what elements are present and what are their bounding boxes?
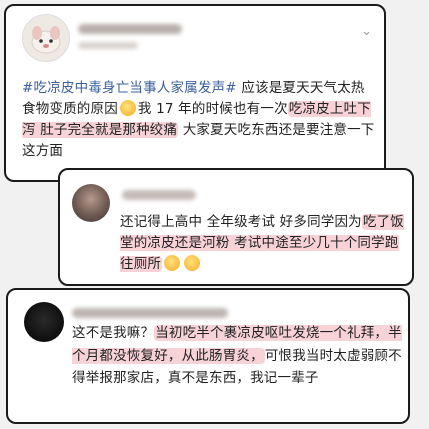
comment-text: 这不是我嘛？ bbox=[72, 325, 155, 341]
dog-avatar-icon bbox=[31, 26, 61, 54]
avatar[interactable] bbox=[22, 14, 70, 62]
comment-text: 还记得上高中 全年级考试 好多同学因为 bbox=[120, 214, 362, 230]
post-text: 我 17 年的时候也有一次 bbox=[137, 101, 288, 117]
chevron-down-icon[interactable]: ⌄ bbox=[361, 24, 372, 39]
username-blurred bbox=[72, 308, 228, 318]
post-body: #吃凉皮中毒身亡当事人家属发声# 应该是夏天天气太热食物变质的原因我 17 年的… bbox=[22, 78, 378, 162]
avatar[interactable] bbox=[24, 302, 64, 342]
face-emoji-icon bbox=[119, 100, 136, 116]
hashtag-link[interactable]: #吃凉皮中毒身亡当事人家属发声# bbox=[22, 80, 237, 96]
username-blurred bbox=[78, 24, 182, 34]
comment-body: 这不是我嘛？当初吃半个裹凉皮呕吐发烧一个礼拜，半个月都没恢复好，从此肠胃炎，可恨… bbox=[72, 322, 402, 390]
timestamp-blurred bbox=[78, 42, 138, 49]
comment-card[interactable]: 还记得上高中 全年级考试 好多同学因为吃了饭堂的凉皮还是河粉 考试中途至少几十个… bbox=[58, 168, 414, 286]
comment-body: 还记得上高中 全年级考试 好多同学因为吃了饭堂的凉皮还是河粉 考试中途至少几十个… bbox=[120, 212, 410, 275]
post-card[interactable]: ⌄ #吃凉皮中毒身亡当事人家属发声# 应该是夏天天气太热食物变质的原因我 17 … bbox=[4, 4, 386, 182]
avatar[interactable] bbox=[72, 184, 110, 222]
comment-card[interactable]: 这不是我嘛？当初吃半个裹凉皮呕吐发烧一个礼拜，半个月都没恢复好，从此肠胃炎，可恨… bbox=[6, 288, 410, 424]
face-emoji-icon bbox=[164, 255, 181, 271]
username-blurred bbox=[122, 190, 196, 200]
face-emoji-icon bbox=[184, 255, 201, 271]
